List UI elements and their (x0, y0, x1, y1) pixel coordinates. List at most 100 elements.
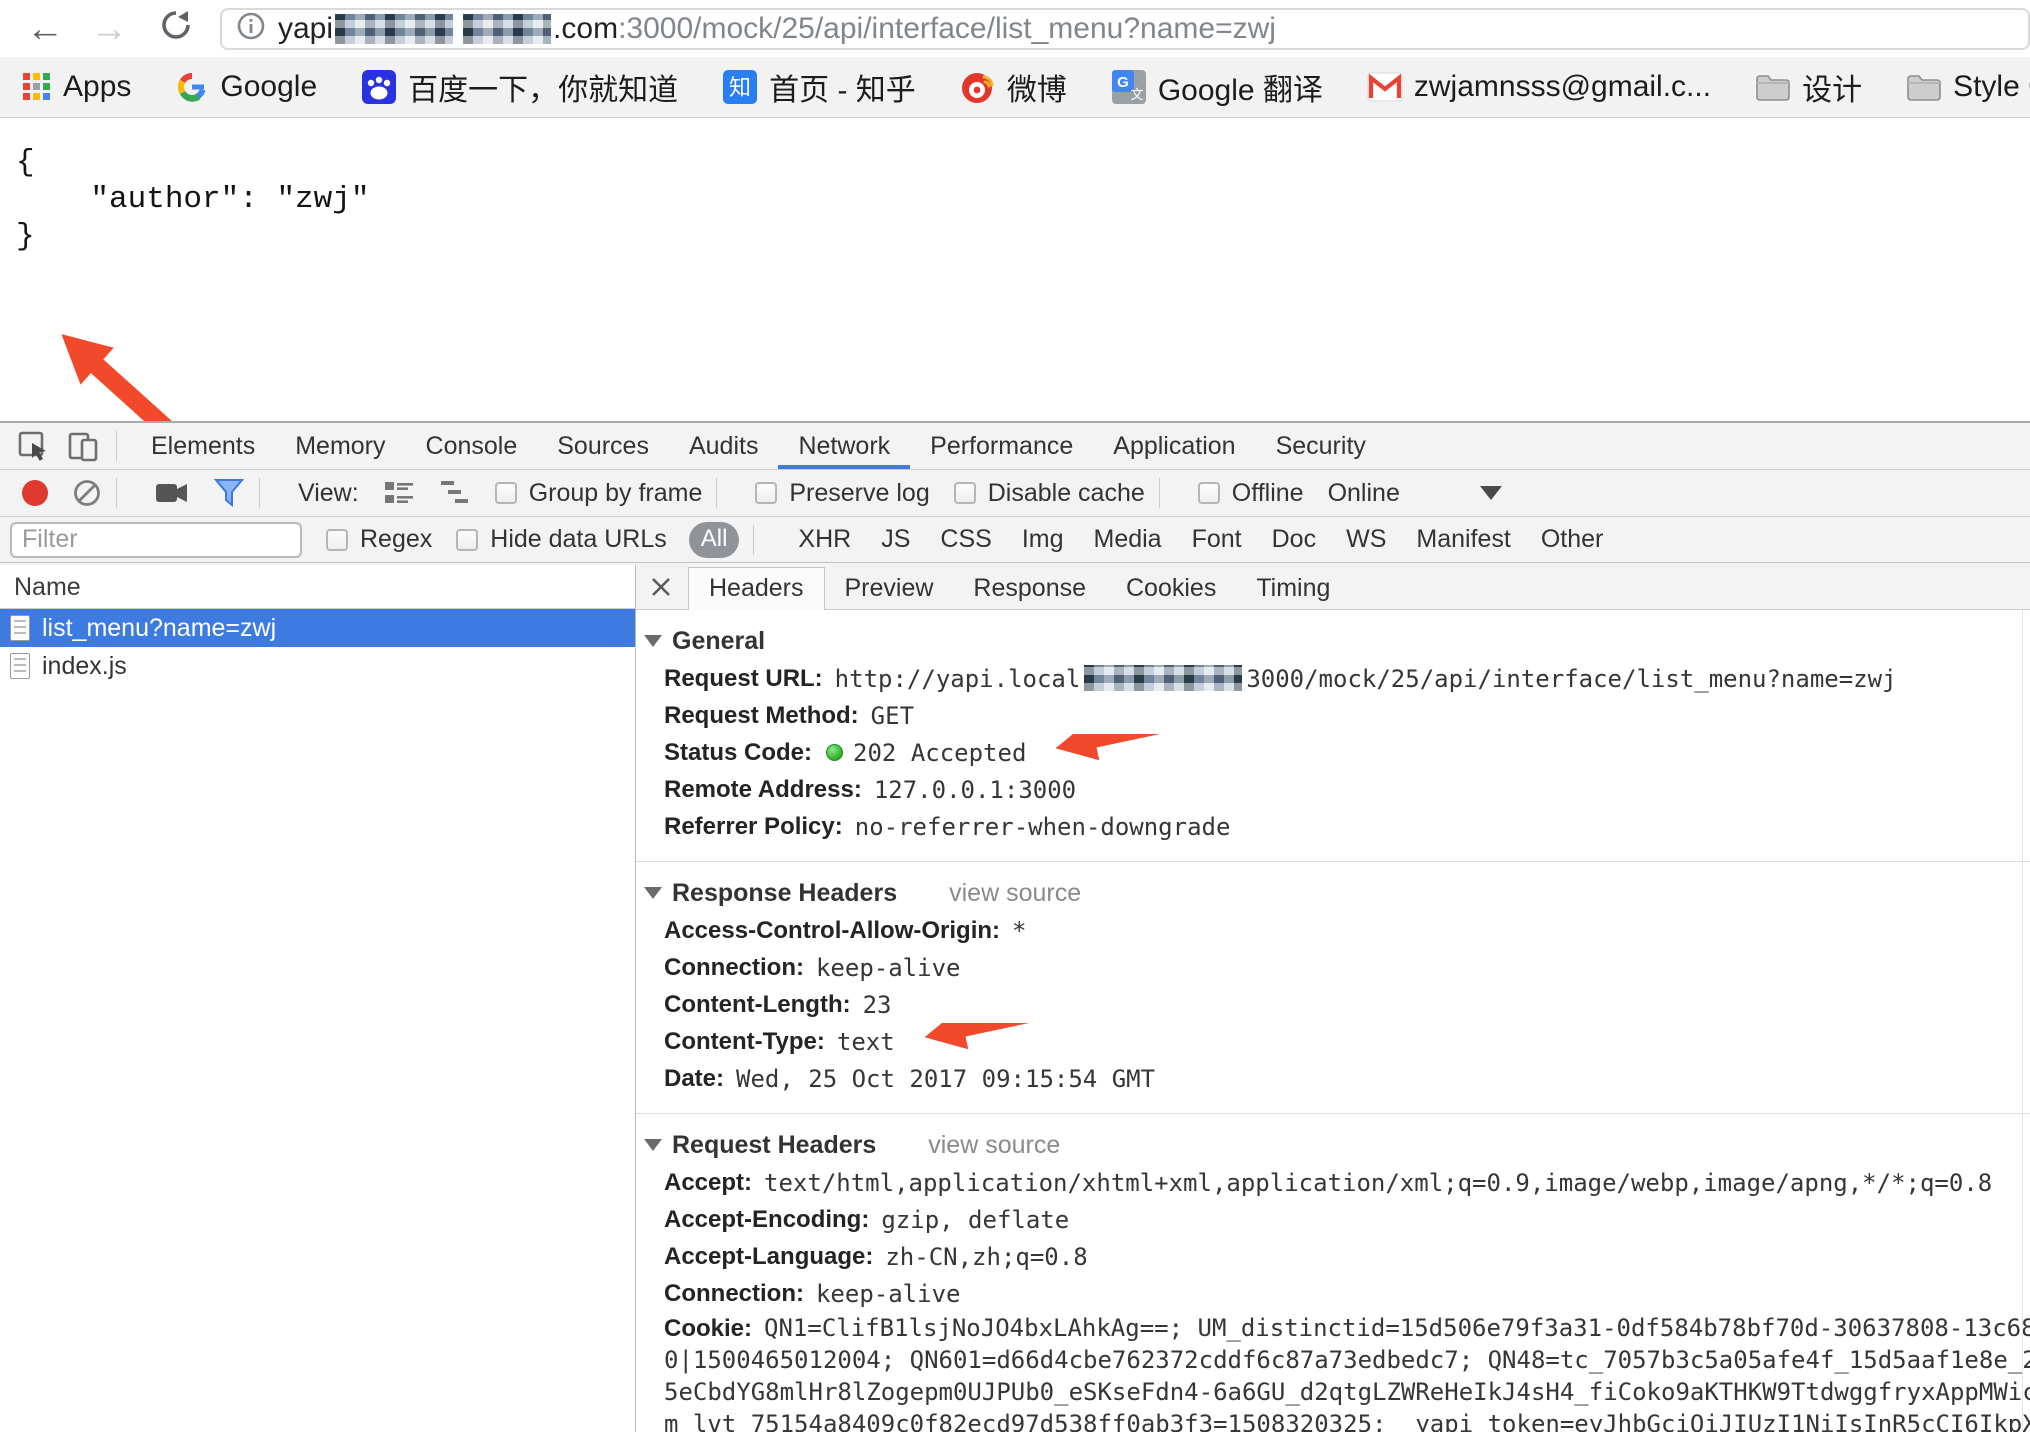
checkbox-icon[interactable] (456, 529, 478, 551)
tab-performance[interactable]: Performance (910, 424, 1093, 469)
detail-tabbar: Headers Preview Response Cookies Timing (636, 565, 2030, 610)
view-source-link[interactable]: view source (949, 879, 1081, 908)
header-row-content-type: Content-Type: text (636, 1023, 2030, 1060)
page-info-icon[interactable] (236, 11, 266, 46)
headers-content[interactable]: General Request URL: http://yapi.local30… (636, 610, 2030, 1432)
tab-security[interactable]: Security (1256, 424, 1386, 469)
forward-icon[interactable]: → (90, 10, 128, 48)
tab-audits[interactable]: Audits (669, 424, 778, 469)
tab-cookies[interactable]: Cookies (1106, 568, 1236, 609)
tab-memory[interactable]: Memory (275, 424, 405, 469)
filter-type-manifest[interactable]: Manifest (1416, 525, 1510, 554)
bookmark-google-translate[interactable]: G 文 Google 翻译 (1111, 65, 1323, 109)
request-row[interactable]: index.js (0, 647, 635, 685)
header-row-accept-language: Accept-Language: zh-CN,zh;q=0.8 (636, 1238, 2030, 1275)
filter-type-media[interactable]: Media (1094, 525, 1162, 554)
tab-response[interactable]: Response (953, 568, 1106, 609)
filter-type-font[interactable]: Font (1192, 525, 1242, 554)
clear-icon[interactable] (72, 478, 102, 508)
inspect-element-icon[interactable] (16, 429, 50, 463)
baidu-paw-icon (361, 69, 397, 105)
section-title[interactable]: General (672, 627, 765, 656)
preserve-log-toggle[interactable]: Preserve log (755, 479, 929, 508)
section-request-headers: Request Headers view source Accept: text… (636, 1114, 2030, 1432)
view-list-icon[interactable] (383, 479, 415, 507)
header-row-accept-encoding: Accept-Encoding: gzip, deflate (636, 1201, 2030, 1238)
translate-icon: G 文 (1111, 69, 1147, 105)
section-title[interactable]: Request Headers (672, 1131, 876, 1160)
request-row-selected[interactable]: list_menu?name=zwj (0, 609, 635, 647)
view-source-link[interactable]: view source (928, 1131, 1060, 1160)
hide-data-urls-toggle[interactable]: Hide data URLs (456, 525, 666, 554)
folder-icon (1906, 72, 1942, 102)
tab-console[interactable]: Console (406, 424, 538, 469)
folder-icon (1755, 72, 1791, 102)
devtools-tabbar: Elements Memory Console Sources Audits N… (0, 423, 2030, 470)
tab-network[interactable]: Network (778, 424, 910, 469)
censored-pixelation (335, 14, 453, 44)
collapse-triangle-icon[interactable] (644, 635, 662, 647)
tab-headers[interactable]: Headers (688, 567, 825, 610)
offline-toggle[interactable]: Offline (1198, 479, 1304, 508)
collapse-triangle-icon[interactable] (644, 887, 662, 899)
filter-type-img[interactable]: Img (1022, 525, 1064, 554)
checkbox-icon[interactable] (755, 482, 777, 504)
throttling-dropdown-icon[interactable] (1480, 486, 1502, 500)
regex-toggle[interactable]: Regex (326, 525, 432, 554)
disable-cache-toggle[interactable]: Disable cache (954, 479, 1145, 508)
record-icon[interactable] (22, 480, 48, 506)
divider (259, 478, 260, 508)
bookmark-gmail[interactable]: zwjamnsss@gmail.c... (1367, 70, 1711, 104)
bookmark-folder-design[interactable]: 设计 (1755, 65, 1862, 109)
screenshot-capture-icon[interactable] (155, 480, 189, 506)
checkbox-icon[interactable] (326, 529, 348, 551)
tab-preview[interactable]: Preview (825, 568, 954, 609)
tab-timing[interactable]: Timing (1236, 568, 1350, 609)
header-row-connection: Connection: keep-alive (636, 949, 2030, 986)
checkbox-icon[interactable] (954, 482, 976, 504)
checkbox-icon[interactable] (495, 482, 517, 504)
filter-type-doc[interactable]: Doc (1272, 525, 1316, 554)
svg-text:知: 知 (729, 75, 751, 100)
collapse-triangle-icon[interactable] (644, 1139, 662, 1151)
tab-elements[interactable]: Elements (131, 424, 275, 469)
device-toolbar-icon[interactable] (66, 429, 102, 463)
tab-sources[interactable]: Sources (537, 424, 669, 469)
svg-text:G: G (1117, 74, 1129, 91)
bookmark-google[interactable]: Google (175, 70, 317, 104)
requests-column-header[interactable]: Name (0, 565, 635, 609)
address-bar[interactable]: yapi.com:3000/mock/25/api/interface/list… (220, 8, 2030, 50)
header-row-date: Date: Wed, 25 Oct 2017 09:15:54 GMT (636, 1060, 2030, 1097)
filter-type-xhr[interactable]: XHR (798, 525, 851, 554)
filter-funnel-icon[interactable] (213, 478, 245, 508)
filter-type-js[interactable]: JS (881, 525, 910, 554)
filter-type-css[interactable]: CSS (940, 525, 991, 554)
bookmarks-bar: Apps Google 百度一下，你就知道 知 (0, 57, 2030, 118)
throttling-select[interactable]: Online (1328, 479, 1400, 508)
filter-type-ws[interactable]: WS (1346, 525, 1386, 554)
back-icon[interactable]: ← (26, 10, 64, 48)
group-by-frame-toggle[interactable]: Group by frame (495, 479, 703, 508)
bookmark-baidu[interactable]: 百度一下，你就知道 (361, 65, 678, 109)
divider (753, 525, 754, 555)
tab-application[interactable]: Application (1093, 424, 1255, 469)
bookmark-apps[interactable]: Apps (22, 70, 131, 104)
checkbox-icon[interactable] (1198, 482, 1220, 504)
censored-pixelation (1084, 665, 1242, 691)
close-icon[interactable] (648, 574, 674, 600)
bookmark-zhihu[interactable]: 知 首页 - 知乎 (722, 65, 916, 109)
filter-type-other[interactable]: Other (1541, 525, 1604, 554)
header-row-acao: Access-Control-Allow-Origin: * (636, 912, 2030, 949)
waterfall-view-icon[interactable] (439, 479, 471, 507)
bookmark-folder-style-guide[interactable]: Style Guide (1906, 70, 2030, 104)
header-row-request-url: Request URL: http://yapi.local3000/mock/… (636, 660, 2030, 697)
bookmark-weibo[interactable]: 微博 (960, 65, 1067, 109)
svg-text:文: 文 (1130, 87, 1143, 102)
reload-icon[interactable] (158, 7, 194, 50)
section-title[interactable]: Response Headers (672, 879, 897, 908)
filter-type-all[interactable]: All (689, 522, 740, 558)
header-row-status-code: Status Code: 202 Accepted (636, 734, 2030, 771)
filter-input[interactable] (10, 522, 302, 558)
header-row-referrer-policy: Referrer Policy: no-referrer-when-downgr… (636, 808, 2030, 845)
section-general: General Request URL: http://yapi.local30… (636, 610, 2030, 862)
